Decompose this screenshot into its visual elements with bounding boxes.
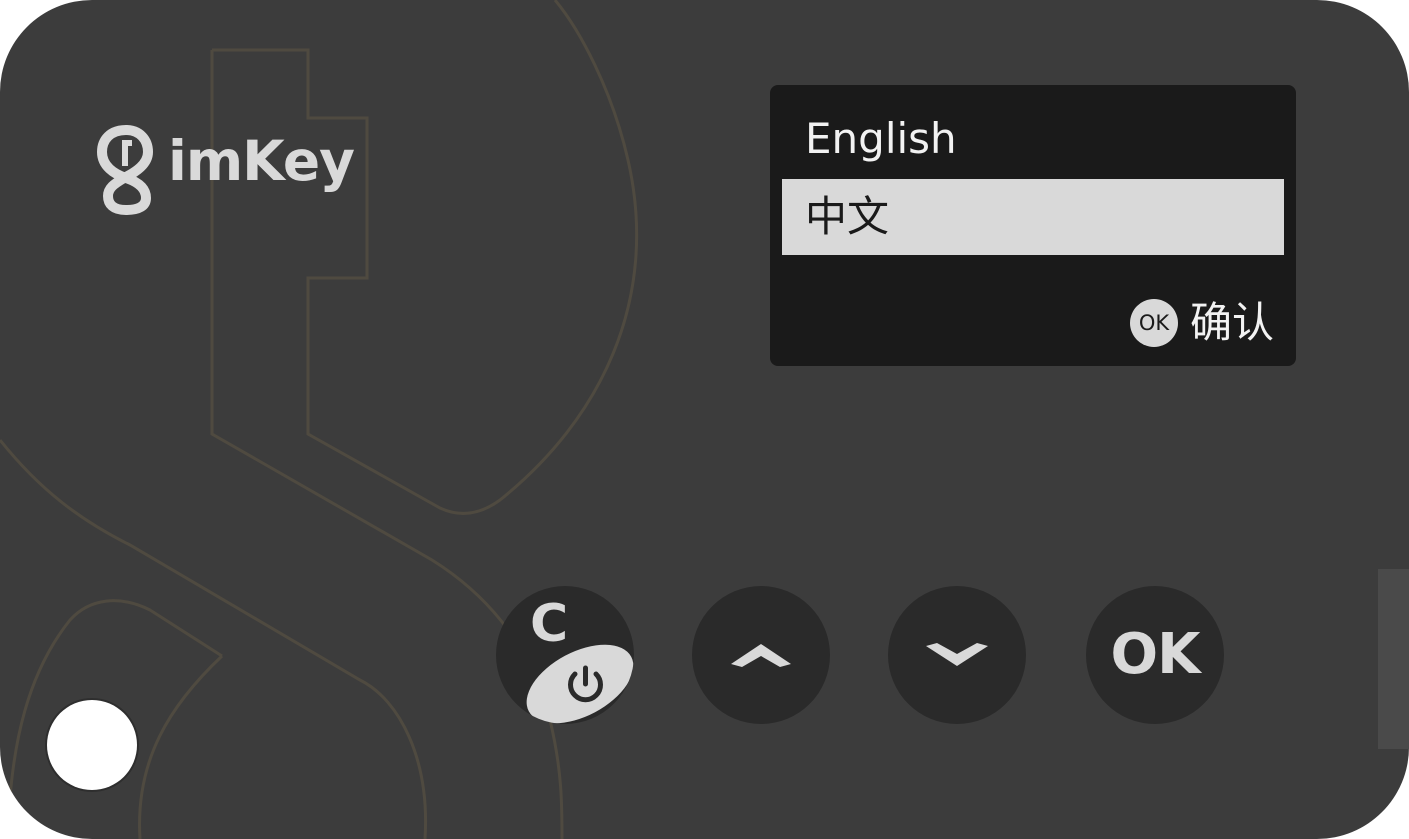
chevron-up-icon [731,644,791,667]
device-screen: English 中文 OK 确认 [770,85,1296,366]
usb-port [1378,569,1409,749]
imkey-logo: imKey [96,124,366,216]
chevron-down-icon [926,643,988,666]
imkey-device: imKey English 中文 OK 确认 C OK [0,0,1409,839]
lanyard-hole [47,700,137,790]
language-option-chinese[interactable]: 中文 [782,179,1284,255]
ok-button-label: OK [1110,622,1201,687]
imkey-wordmark: imKey [168,129,355,193]
down-button[interactable] [888,586,1026,724]
imkey-logo-icon [96,124,154,216]
confirm-hint: OK 确认 [1129,298,1274,348]
power-icon [526,644,634,724]
ok-badge-icon: OK [1129,299,1178,347]
clear-power-button[interactable]: C [496,586,634,724]
confirm-label: 确认 [1189,298,1274,347]
ok-button[interactable]: OK [1086,586,1224,724]
language-option-english[interactable]: English [782,101,1284,177]
up-button[interactable] [692,586,830,724]
